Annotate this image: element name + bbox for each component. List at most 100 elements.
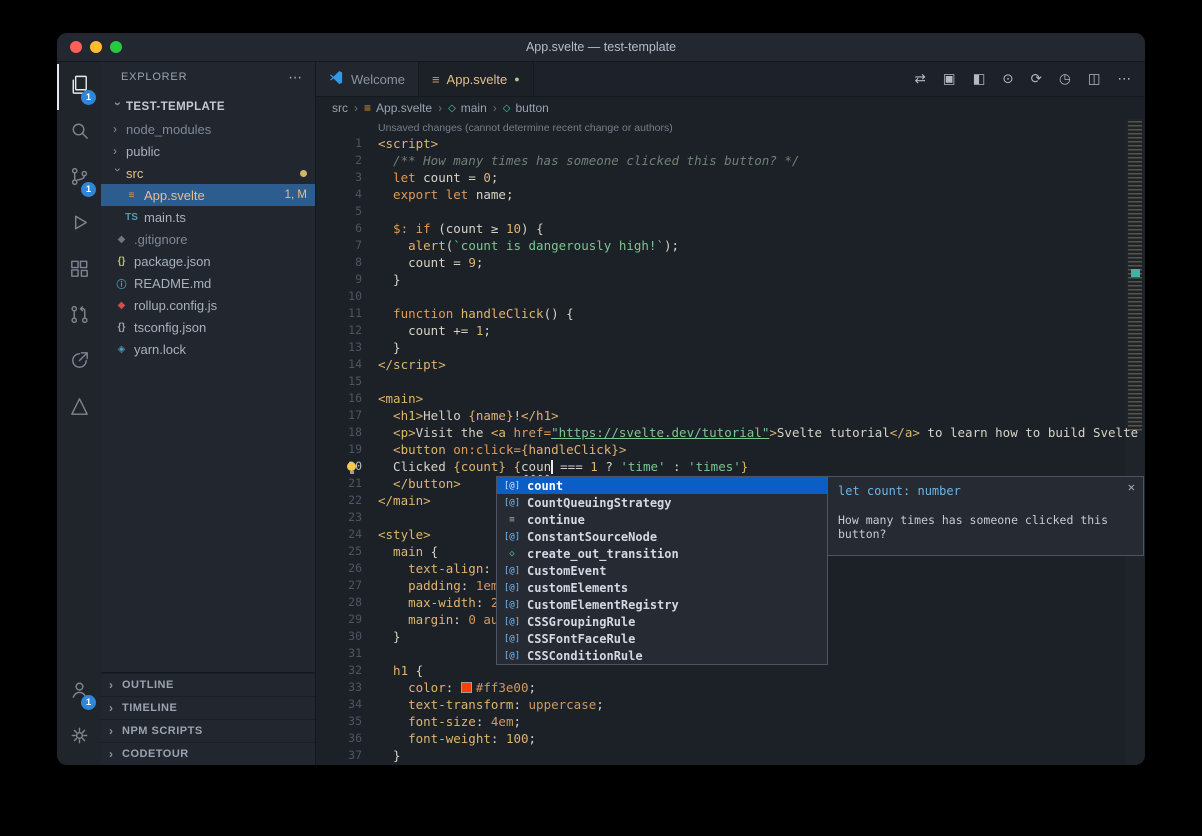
sidebar-section-codetour[interactable]: ›CODETOUR	[101, 742, 315, 765]
tree-file-app-svelte[interactable]: ≡App.svelte1, M	[101, 184, 315, 206]
run-file-icon[interactable]: ◷	[1059, 71, 1071, 87]
sidebar-section-timeline[interactable]: ›TIMELINE	[101, 696, 315, 719]
line-number[interactable]: 31	[316, 645, 362, 662]
code-line[interactable]: 18<p>Visit the <a href="https://svelte.d…	[316, 424, 1145, 441]
tree-file--gitignore[interactable]: ◆.gitignore	[101, 228, 315, 250]
minimize-window-button[interactable]	[90, 41, 102, 53]
line-number[interactable]: 37	[316, 747, 362, 764]
activity-item-azure[interactable]	[57, 386, 101, 432]
line-number[interactable]: 13	[316, 339, 362, 356]
suggestion-count[interactable]: [@]count	[497, 477, 827, 494]
activity-item-account[interactable]: 1	[57, 669, 101, 715]
code-line[interactable]: 16<main>	[316, 390, 1145, 407]
activity-item-live-share[interactable]	[57, 340, 101, 386]
sidebar-section-npm-scripts[interactable]: ›NPM SCRIPTS	[101, 719, 315, 742]
breadcrumb-item-src[interactable]: src	[332, 101, 348, 115]
code-line[interactable]: 8count = 9;	[316, 254, 1145, 271]
line-number[interactable]: 15	[316, 373, 362, 390]
line-number[interactable]: 11	[316, 305, 362, 322]
code-line[interactable]: 12count += 1;	[316, 322, 1145, 339]
line-number[interactable]: 34	[316, 696, 362, 713]
code-line[interactable]: 34text-transform: uppercase;	[316, 696, 1145, 713]
line-number[interactable]: 22	[316, 492, 362, 509]
suggestion-continue[interactable]: ≡continue	[497, 511, 827, 528]
code-line[interactable]: 14</script>	[316, 356, 1145, 373]
tree-file-tsconfig-json[interactable]: {}tsconfig.json	[101, 316, 315, 338]
tab-app-svelte[interactable]: ≡App.svelte●	[419, 62, 534, 96]
line-number[interactable]: 30	[316, 628, 362, 645]
tree-folder-node-modules[interactable]: ›node_modules	[101, 118, 315, 140]
line-number[interactable]: 4	[316, 186, 362, 203]
code-line[interactable]: 10	[316, 288, 1145, 305]
code-line[interactable]: 9}	[316, 271, 1145, 288]
line-number[interactable]: 32	[316, 662, 362, 679]
code-line[interactable]: 35font-size: 4em;	[316, 713, 1145, 730]
code-line[interactable]: 17<h1>Hello {name}!</h1>	[316, 407, 1145, 424]
line-number[interactable]: 2	[316, 152, 362, 169]
explorer-root-folder[interactable]: ›TEST-TEMPLATE	[101, 96, 315, 118]
breadcrumb-item-main[interactable]: ◇main	[448, 101, 487, 115]
code-line[interactable]: 37}	[316, 747, 1145, 764]
line-number[interactable]: 27	[316, 577, 362, 594]
line-number[interactable]: 1	[316, 135, 362, 152]
previous-change-icon[interactable]: ⊙	[1002, 71, 1013, 87]
line-number[interactable]: 21	[316, 475, 362, 492]
line-number[interactable]: 3	[316, 169, 362, 186]
code-line[interactable]: 2/** How many times has someone clicked …	[316, 152, 1145, 169]
suggestion-constantsourcenode[interactable]: [@]ConstantSourceNode	[497, 528, 827, 545]
line-number[interactable]: 33	[316, 679, 362, 696]
tree-file-rollup-config-js[interactable]: ◆rollup.config.js	[101, 294, 315, 316]
tree-file-package-json[interactable]: {}package.json	[101, 250, 315, 272]
code-line[interactable]: 15	[316, 373, 1145, 390]
line-number[interactable]: 24	[316, 526, 362, 543]
line-number[interactable]: 17	[316, 407, 362, 424]
suggestion-cssconditionrule[interactable]: [@]CSSConditionRule	[497, 647, 827, 664]
tree-file-readme-md[interactable]: ⓘREADME.md	[101, 272, 315, 294]
code-line[interactable]: 4export let name;	[316, 186, 1145, 203]
line-number[interactable]: 28	[316, 594, 362, 611]
line-number[interactable]: 7	[316, 237, 362, 254]
tab-welcome[interactable]: Welcome	[316, 62, 419, 96]
line-number[interactable]: 9	[316, 271, 362, 288]
line-number[interactable]: 35	[316, 713, 362, 730]
activity-item-settings[interactable]	[57, 715, 101, 761]
close-window-button[interactable]	[70, 41, 82, 53]
code-editor[interactable]: Unsaved changes (cannot determine recent…	[316, 119, 1145, 765]
line-number[interactable]: 10	[316, 288, 362, 305]
suggestion-customelementregistry[interactable]: [@]CustomElementRegistry	[497, 596, 827, 613]
activity-item-github-pr[interactable]	[57, 294, 101, 340]
line-number[interactable]: 26	[316, 560, 362, 577]
open-changes-icon[interactable]: ⇄	[914, 71, 925, 87]
breadcrumb-item-button[interactable]: ◇button	[503, 101, 549, 115]
zoom-window-button[interactable]	[110, 41, 122, 53]
code-line[interactable]: 19<button on:click={handleClick}>	[316, 441, 1145, 458]
activity-item-extensions[interactable]	[57, 248, 101, 294]
tree-folder-src[interactable]: ›src	[101, 162, 315, 184]
code-line[interactable]: 11function handleClick() {	[316, 305, 1145, 322]
line-number[interactable]: 8	[316, 254, 362, 271]
next-change-icon[interactable]: ⟳	[1031, 71, 1042, 87]
line-number[interactable]: 14	[316, 356, 362, 373]
minimap[interactable]	[1125, 119, 1145, 765]
activity-item-explorer[interactable]: 1	[57, 64, 101, 110]
breadcrumb-item-app-svelte[interactable]: ≡App.svelte	[364, 101, 432, 115]
line-number[interactable]: 36	[316, 730, 362, 747]
line-number[interactable]: 29	[316, 611, 362, 628]
code-line[interactable]: 6$: if (count ≥ 10) {	[316, 220, 1145, 237]
lightbulb-icon[interactable]	[347, 462, 356, 471]
close-icon[interactable]: ✕	[1128, 480, 1135, 494]
line-number[interactable]: 5	[316, 203, 362, 220]
open-preview-icon[interactable]: ▣	[943, 71, 956, 87]
tree-file-yarn-lock[interactable]: ◈yarn.lock	[101, 338, 315, 360]
code-line[interactable]: 33color: #ff3e00;	[316, 679, 1145, 696]
activity-item-source-control[interactable]: 1	[57, 156, 101, 202]
tree-folder-public[interactable]: ›public	[101, 140, 315, 162]
tree-file-main-ts[interactable]: TSmain.ts	[101, 206, 315, 228]
code-line[interactable]: 13}	[316, 339, 1145, 356]
line-number[interactable]: 12	[316, 322, 362, 339]
suggestion-cssgroupingrule[interactable]: [@]CSSGroupingRule	[497, 613, 827, 630]
code-line[interactable]: 36font-weight: 100;	[316, 730, 1145, 747]
suggestion-countqueuingstrategy[interactable]: [@]CountQueuingStrategy	[497, 494, 827, 511]
line-number[interactable]: 6	[316, 220, 362, 237]
line-number[interactable]: 25	[316, 543, 362, 560]
